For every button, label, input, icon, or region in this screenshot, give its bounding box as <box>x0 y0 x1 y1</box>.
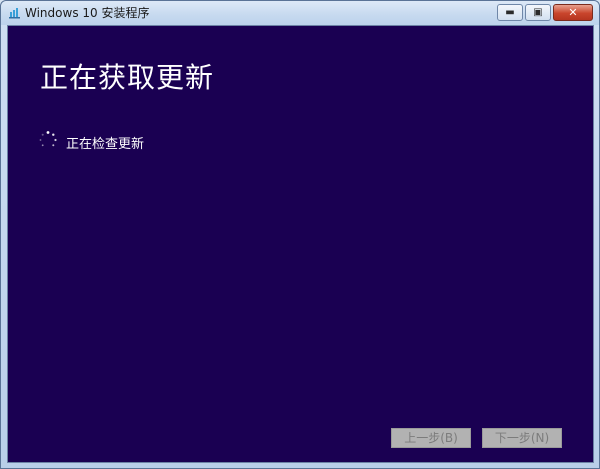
caption-buttons: ▬ ▣ ✕ <box>497 4 593 21</box>
title-bar[interactable]: Windows 10 安装程序 ▬ ▣ ✕ <box>1 1 599 25</box>
close-button[interactable]: ✕ <box>553 4 593 21</box>
status-text: 正在检查更新 <box>66 137 145 152</box>
page-title: 正在获取更新 <box>40 61 215 94</box>
back-button[interactable]: 上一步(B) <box>391 428 471 448</box>
maximize-button[interactable]: ▣ <box>525 4 551 21</box>
loading-spinner-icon <box>39 131 57 147</box>
setup-content: 正在获取更新 正在检查更新 上一步(B) 下一步(N) <box>7 25 594 463</box>
minimize-button[interactable]: ▬ <box>497 4 523 21</box>
setup-icon <box>9 8 20 19</box>
window-title: Windows 10 安装程序 <box>25 6 150 20</box>
next-button[interactable]: 下一步(N) <box>482 428 562 448</box>
setup-window: Windows 10 安装程序 ▬ ▣ ✕ 正在获取更新 正在检查更新 上一步(… <box>0 0 600 469</box>
